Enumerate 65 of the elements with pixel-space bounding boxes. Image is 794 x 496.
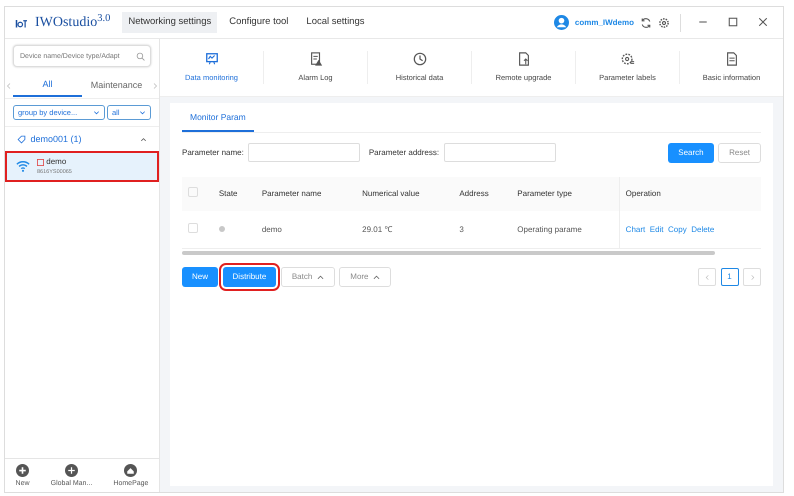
column-header: Address [459,188,489,198]
column-header: Parameter name [262,188,322,198]
document-upload-icon [516,52,530,66]
content-tab[interactable]: Monitor Param [182,103,254,132]
caret-icon [92,109,100,116]
select-all-checkbox[interactable] [188,186,198,197]
search-button[interactable]: Search [668,142,714,163]
menu-tab[interactable]: Networking settings [122,12,218,33]
action-link[interactable]: Chart [626,224,646,236]
chevron-right-icon [748,274,756,281]
device-name: demo [46,156,66,168]
close-icon [757,16,769,28]
search-icon [136,52,145,61]
table-cell: 29.01 ℃ [362,224,392,234]
action-link[interactable]: Edit [650,224,664,236]
caret-up-icon [373,274,380,281]
distribute-button[interactable]: Distribute [222,267,276,288]
menu-tab[interactable]: Local settings [300,12,370,33]
home-icon [124,464,138,476]
document-icon [724,52,738,66]
column-header: State [218,188,238,198]
field-label: Parameter name: [182,146,244,159]
table-cell: demo [262,224,282,234]
reset-button[interactable]: Reset [718,142,761,163]
sidebar-tab[interactable]: All [13,74,82,98]
plus-icon [16,464,30,476]
tag-icon [17,134,26,144]
field-label: Parameter address: [368,146,440,159]
dropdown-button[interactable]: Batch [280,267,335,288]
gear-list-icon [620,52,634,66]
avatar-icon [554,15,569,30]
row-checkbox[interactable] [188,222,198,232]
wifi-icon [15,159,31,174]
table-cell: 3 [459,224,464,234]
previous-page-button[interactable] [698,268,716,286]
chevron-right-icon [151,82,159,90]
action-link[interactable]: Copy [668,224,687,236]
monitor-chart-icon [204,52,218,66]
next-page-button[interactable] [743,268,761,286]
scrollbar[interactable] [182,251,715,256]
column-header: Numerical value [362,188,420,198]
chevron-left-icon [704,274,710,281]
page-button[interactable]: 1 [720,268,738,286]
user-name[interactable]: comm_IWdemo [574,16,634,28]
menu-tab[interactable]: Configure tool [223,12,294,33]
chevron-left-icon [5,82,13,90]
column-header: Parameter type [517,188,572,198]
sidebar-tab[interactable]: Maintenance [82,74,151,96]
table-cell: Operating parame [517,224,582,234]
action-link[interactable]: Delete [691,224,714,236]
caret-icon [139,109,146,116]
dropdown-button[interactable]: More [339,267,392,288]
clock-icon [412,52,426,66]
input-field[interactable] [444,143,556,162]
settings-icon [658,16,670,28]
document-alert-icon [308,52,322,66]
caret-up-icon [316,274,324,281]
input-field[interactable] [248,143,360,162]
column-header: Operation [626,188,661,198]
maximize-icon [727,16,739,28]
device-group[interactable]: demo001 (1) [5,127,159,152]
device-icon [37,158,44,166]
new-button[interactable]: New [182,267,218,288]
app-title: IWOstudio$^{3.0}$ [35,12,110,32]
refresh-icon [640,16,652,28]
